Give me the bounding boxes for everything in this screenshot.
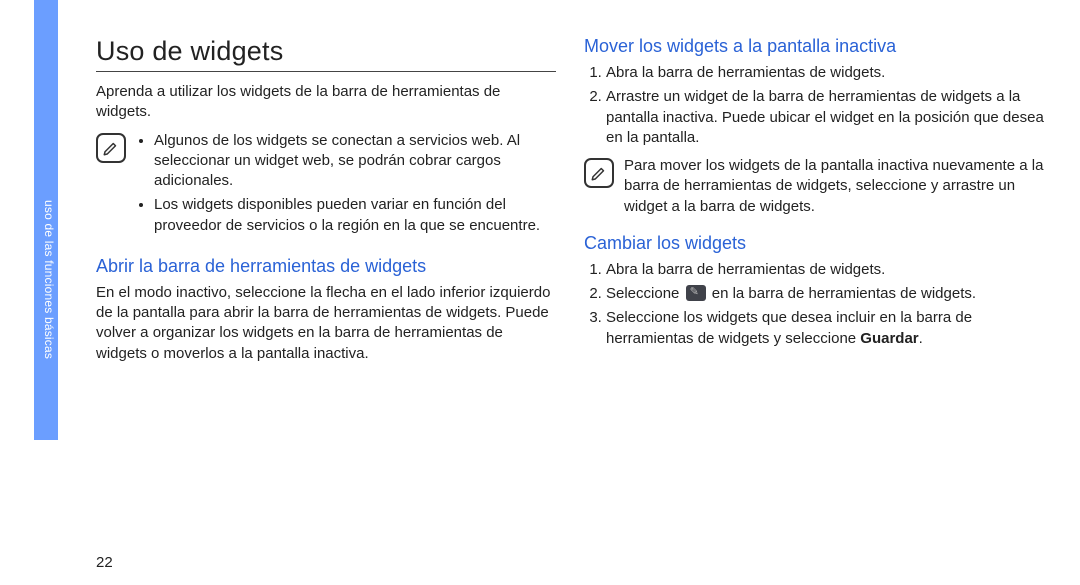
step-item: Abra la barra de herramientas de widgets… [606, 63, 1044, 83]
step-text-a: Seleccione [606, 285, 684, 302]
step-item: Seleccione los widgets que desea incluir… [606, 308, 1044, 349]
note-item: Algunos de los widgets se conectan a ser… [154, 131, 556, 192]
note-block-1: Algunos de los widgets se conectan a ser… [96, 131, 556, 240]
section-body-open-toolbar: En el modo inactivo, seleccione la flech… [96, 283, 556, 364]
section-heading-change-widgets: Cambiar los widgets [584, 233, 1044, 254]
intro-text: Aprenda a utilizar los widgets de la bar… [96, 82, 556, 123]
side-tab-label: uso de las funciones básicas [36, 200, 56, 359]
steps-move-widgets: Abra la barra de herramientas de widgets… [584, 63, 1044, 148]
page-title: Uso de widgets [96, 36, 556, 72]
step-text-bold: Guardar [860, 330, 918, 347]
note-icon [584, 158, 614, 188]
step-item: Abra la barra de herramientas de widgets… [606, 260, 1044, 280]
step-item: Arrastre un widget de la barra de herram… [606, 87, 1044, 148]
section-heading-open-toolbar: Abrir la barra de herramientas de widget… [96, 256, 556, 277]
page-number: 22 [96, 554, 113, 571]
note-block-2: Para mover los widgets de la pantalla in… [584, 156, 1044, 217]
step-item: Seleccione en la barra de herramientas d… [606, 284, 1044, 304]
note-text-2: Para mover los widgets de la pantalla in… [624, 156, 1044, 217]
note-list-1: Algunos de los widgets se conectan a ser… [136, 131, 556, 240]
step-text-b: en la barra de herramientas de widgets. [708, 285, 976, 302]
note-item: Los widgets disponibles pueden variar en… [154, 195, 556, 236]
steps-change-widgets: Abra la barra de herramientas de widgets… [584, 260, 1044, 349]
section-heading-move-widgets: Mover los widgets a la pantalla inactiva [584, 36, 1044, 57]
column-right: Mover los widgets a la pantalla inactiva… [584, 36, 1044, 565]
note-icon [96, 133, 126, 163]
step-text-b: . [919, 330, 923, 347]
column-left: Uso de widgets Aprenda a utilizar los wi… [96, 36, 556, 565]
edit-widgets-icon [686, 285, 706, 301]
